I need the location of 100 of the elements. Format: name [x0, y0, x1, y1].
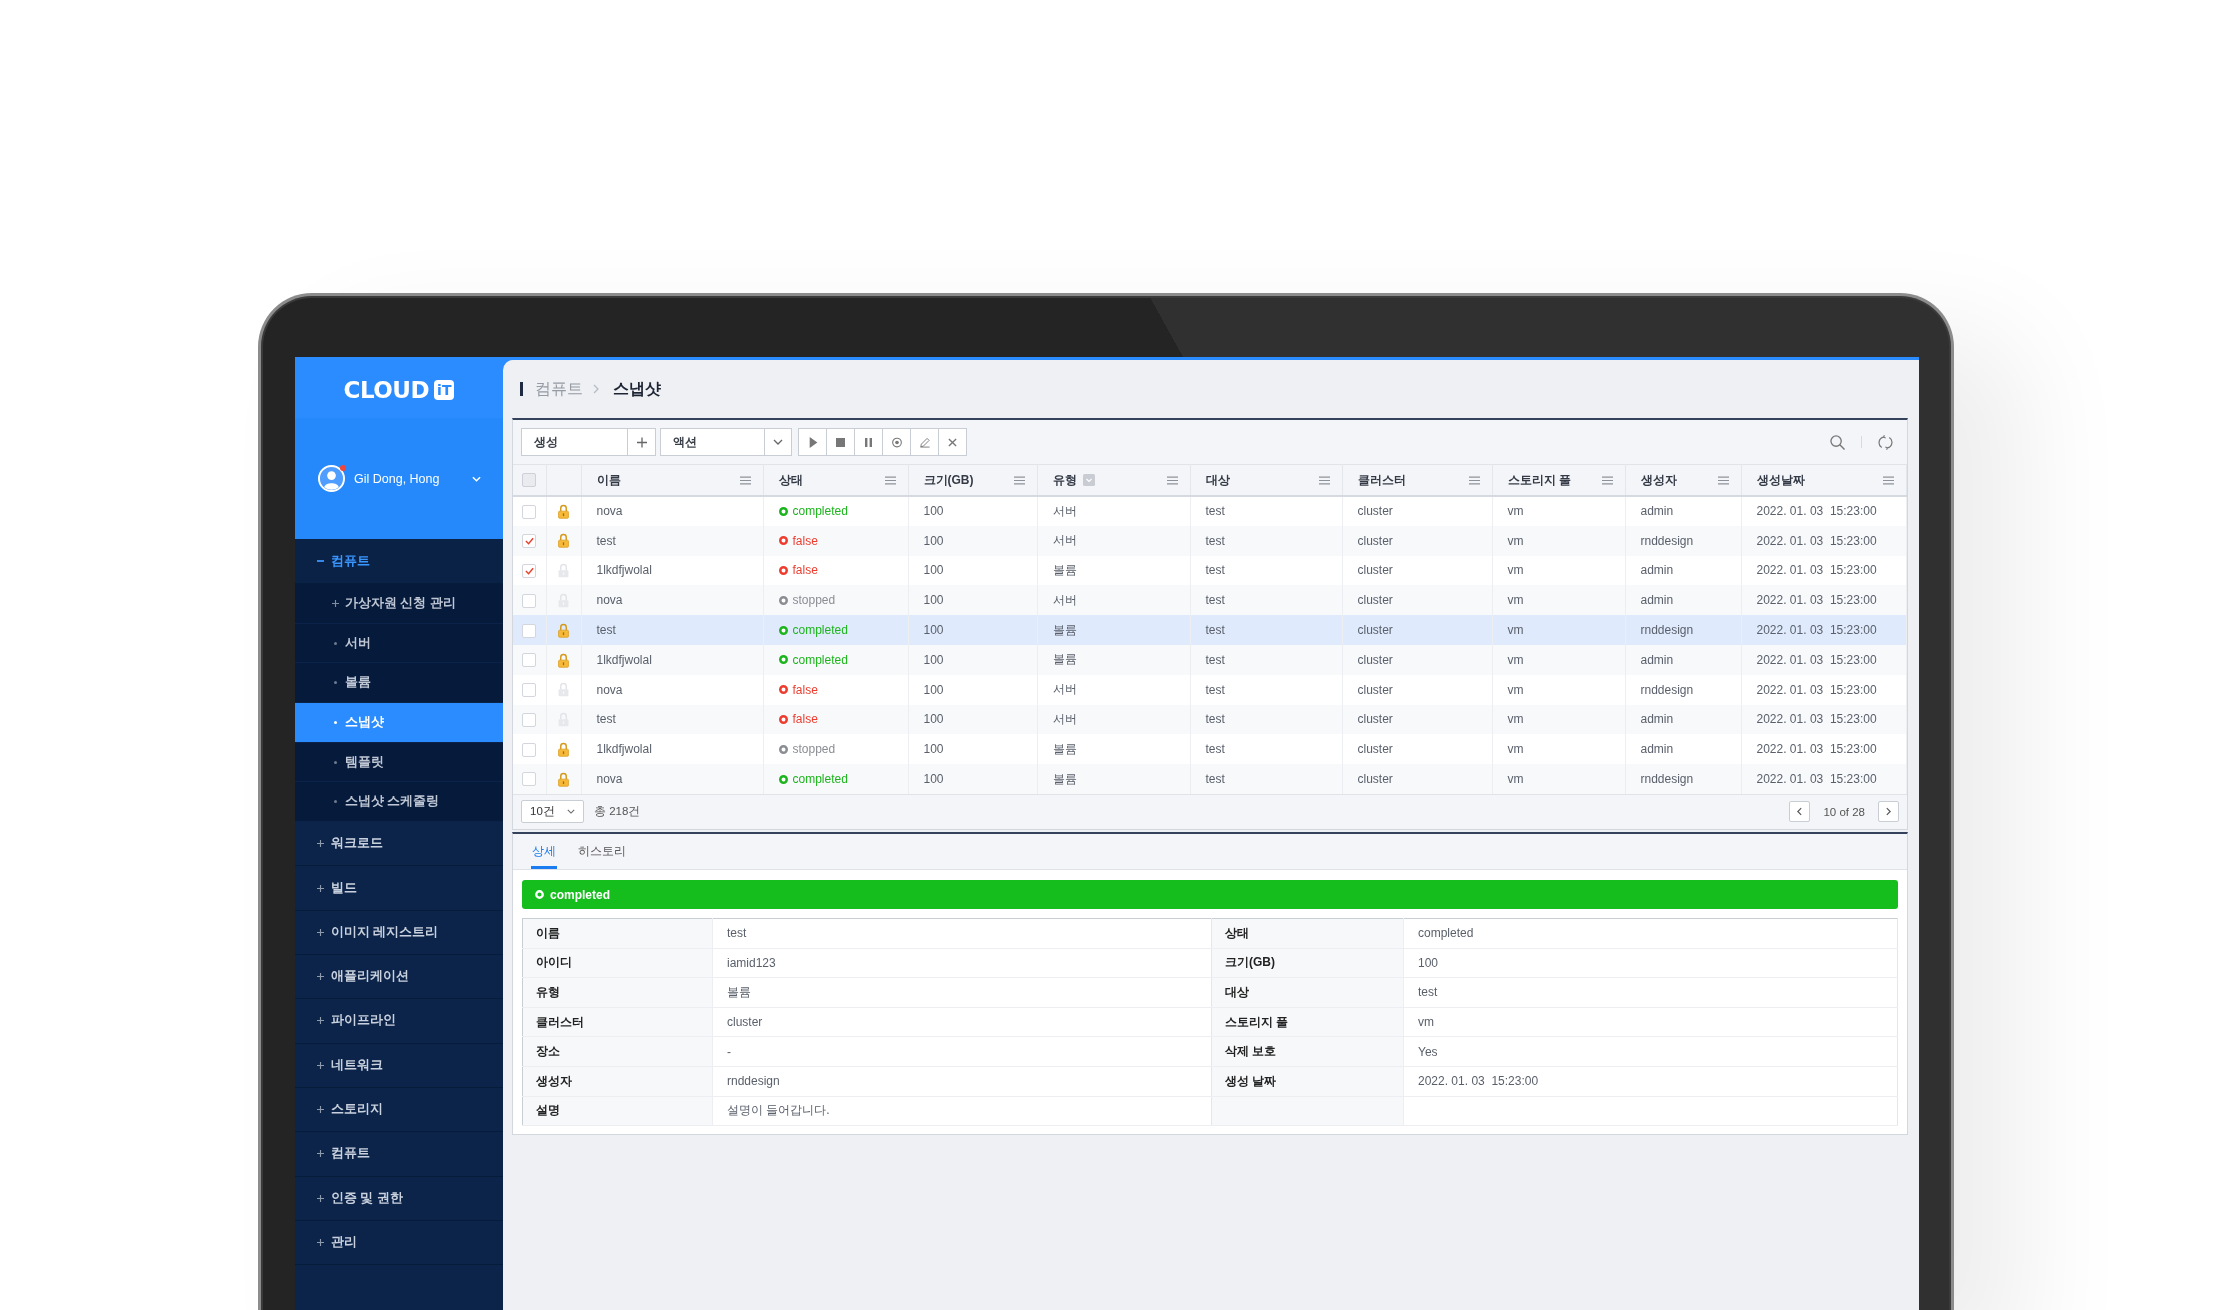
table-row[interactable]: test false 100 서버 test cluster vm admin 2022. 01. 03 15:23:00: [513, 704, 1907, 735]
table-cell: 서버: [1037, 496, 1190, 526]
padlock-icon[interactable]: [558, 504, 569, 520]
status-text: completed: [792, 504, 848, 519]
menu-icon[interactable]: [884, 475, 896, 485]
status-text: completed: [550, 887, 610, 902]
dot-icon: [334, 800, 337, 804]
padlock-icon[interactable]: [558, 741, 569, 757]
table-cell: vm: [1492, 645, 1625, 675]
plus-icon: [317, 973, 324, 981]
menu-icon[interactable]: [1717, 475, 1729, 485]
menu-icon[interactable]: [739, 475, 751, 485]
checkbox[interactable]: [522, 742, 537, 757]
delete-button[interactable]: [938, 428, 967, 456]
checkbox[interactable]: [522, 623, 537, 638]
table-row[interactable]: nova false 100 서버 test cluster vm rnddesign 2022. 01. 03 15:23:00: [513, 674, 1907, 705]
table-row[interactable]: 1lkdfjwolal stopped 100 볼륨 test cluster vm admin 2022. 01. 03 15:23:00: [513, 734, 1907, 765]
padlock-icon[interactable]: [558, 771, 569, 787]
table-row[interactable]: nova completed 100 볼륨 test cluster vm rnddesign 2022. 01. 03 15:23:00: [513, 764, 1907, 794]
checkbox[interactable]: [522, 712, 537, 727]
record-button[interactable]: [882, 428, 911, 456]
table-cell: vm: [1492, 674, 1625, 705]
pencil-icon: [919, 436, 930, 448]
dot-icon: [334, 641, 337, 645]
column-header[interactable]: 유형: [1052, 471, 1077, 489]
table-cell: admin: [1625, 645, 1741, 675]
tab[interactable]: 히스토리: [577, 834, 627, 869]
page-size-dropdown[interactable]: 10건: [521, 800, 584, 824]
table-cell: rnddesign: [1625, 764, 1741, 794]
table-cell: cluster: [1342, 496, 1492, 526]
checkbox[interactable]: [522, 593, 537, 608]
checkbox[interactable]: [522, 772, 537, 787]
table-row[interactable]: 1lkdfjwolal false 100 볼륨 test cluster vm admin 2022. 01. 03 15:23:00: [513, 555, 1907, 586]
checkbox[interactable]: [522, 563, 537, 578]
field-label: 설명: [522, 1096, 713, 1126]
search-icon[interactable]: [1830, 434, 1845, 450]
menu-icon[interactable]: [1601, 475, 1613, 485]
field-label: 크기(GB): [1211, 948, 1404, 978]
plus-icon: [317, 840, 324, 848]
checkbox[interactable]: [522, 504, 537, 519]
padlock-icon[interactable]: [558, 652, 569, 668]
previous-page-button[interactable]: [1789, 801, 1811, 823]
checkbox[interactable]: [522, 534, 537, 549]
pause-button[interactable]: [854, 428, 883, 456]
table-cell: 서버: [1037, 525, 1190, 556]
table-cell: vm: [1492, 525, 1625, 556]
menu-icon[interactable]: [1883, 475, 1894, 485]
avatar-icon[interactable]: [318, 465, 345, 492]
padlock-icon[interactable]: [558, 533, 569, 549]
chevron-right-icon: [593, 384, 599, 394]
status-text: false: [792, 712, 818, 727]
table-row[interactable]: test false 100 서버 test cluster vm rnddesign 2022. 01. 03 15:23:00: [513, 525, 1907, 556]
column-header[interactable]: 생성자: [1640, 471, 1677, 489]
table-cell: 100: [908, 674, 1037, 705]
play-icon: [807, 436, 818, 448]
column-header[interactable]: 상태: [778, 471, 803, 489]
menu-icon[interactable]: [1013, 475, 1025, 485]
dot-icon: [334, 720, 337, 724]
menu-icon[interactable]: [1468, 475, 1480, 485]
status-text: completed: [792, 623, 848, 638]
field-value: 100: [1403, 948, 1898, 978]
table-row[interactable]: 1lkdfjwolal completed 100 볼륨 test cluster vm admin 2022. 01. 03 15:23:00: [513, 645, 1907, 675]
add-button[interactable]: [627, 428, 656, 456]
tab[interactable]: 상세: [531, 834, 557, 869]
play-button[interactable]: [798, 428, 827, 456]
stop-button[interactable]: [826, 428, 855, 456]
padlock-icon[interactable]: [558, 622, 569, 638]
table-cell: 100: [908, 525, 1037, 556]
table-row[interactable]: test completed 100 볼륨 test cluster vm rnddesign 2022. 01. 03 15:23:00: [513, 615, 1907, 645]
table-row[interactable]: nova completed 100 서버 test cluster vm admin 2022. 01. 03 15:23:00: [513, 496, 1907, 526]
table-cell: test: [1190, 645, 1342, 675]
table-cell: 볼륨: [1037, 645, 1190, 675]
table-cell: admin: [1625, 496, 1741, 526]
action-dropdown[interactable]: 액션: [660, 428, 792, 456]
next-page-button[interactable]: [1878, 801, 1899, 823]
checkbox[interactable]: [522, 653, 537, 668]
field-label: 장소: [522, 1036, 713, 1067]
column-header[interactable]: 생성날짜: [1756, 471, 1805, 489]
table-cell: test: [1190, 615, 1342, 645]
refresh-icon[interactable]: [1878, 434, 1893, 450]
chevron-box-icon[interactable]: [1082, 474, 1095, 486]
plus-icon: [317, 928, 324, 936]
checkbox[interactable]: [522, 473, 537, 488]
edit-button[interactable]: [910, 428, 939, 456]
status-text: false: [792, 563, 818, 578]
menu-icon[interactable]: [1318, 475, 1330, 485]
column-header[interactable]: 대상: [1205, 471, 1230, 489]
column-header[interactable]: 이름: [596, 471, 621, 489]
column-header[interactable]: 클러스터: [1357, 471, 1406, 489]
table-cell: 2022. 01. 03 15:23:00: [1741, 496, 1907, 526]
chevron-down-icon[interactable]: [472, 475, 481, 482]
create-button[interactable]: 생성: [521, 428, 628, 456]
status-text: false: [792, 533, 818, 548]
menu-icon[interactable]: [1166, 475, 1178, 485]
checkbox[interactable]: [522, 683, 537, 698]
table-cell: test: [581, 615, 763, 645]
field-value: test: [712, 918, 1212, 949]
field-label: 이름: [522, 918, 713, 949]
table-row[interactable]: nova stopped 100 서버 test cluster vm admin 2022. 01. 03 15:23:00: [513, 585, 1907, 616]
table-cell: 2022. 01. 03 15:23:00: [1741, 525, 1907, 556]
